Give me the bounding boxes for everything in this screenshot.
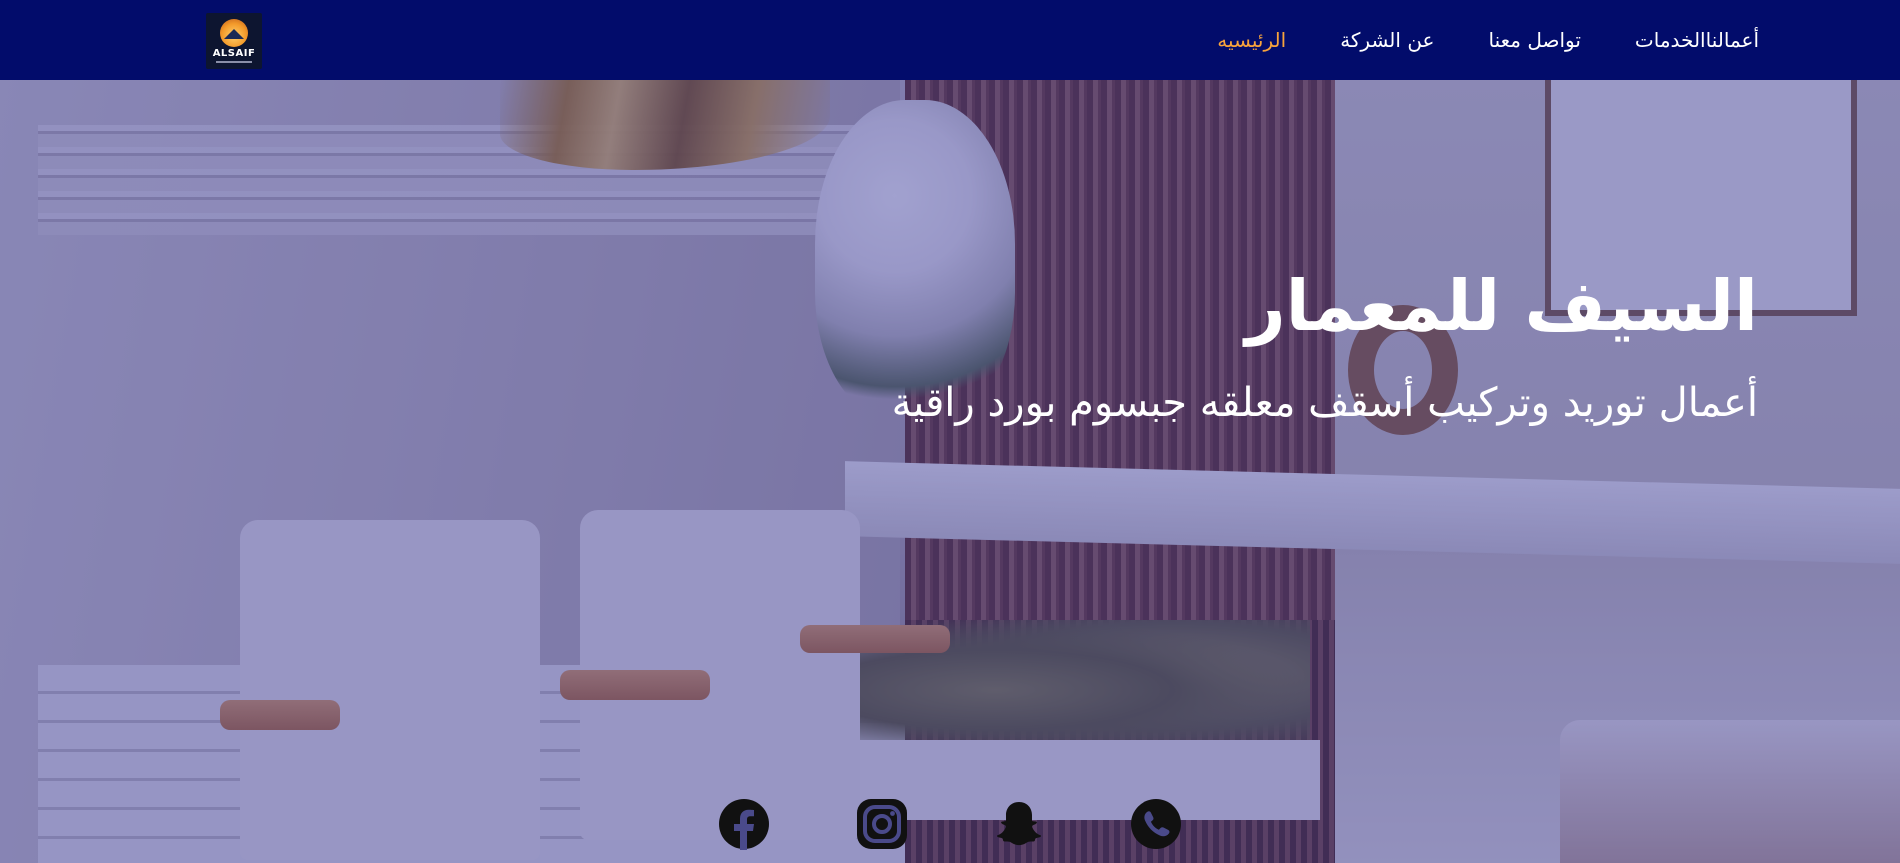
logo-divider [216, 61, 252, 63]
instagram-icon[interactable] [856, 798, 908, 850]
navbar: ALSAIF الرئيسيه عن الشركة تواصل معنا الخ… [0, 0, 1900, 80]
nav-link-home[interactable]: الرئيسيه [1217, 28, 1286, 52]
hero-overlay [0, 80, 1900, 863]
facebook-icon[interactable] [718, 798, 770, 850]
hero-subtitle: أعمال توريد وتركيب أسقف معلقه جبسوم بورد… [891, 380, 1758, 426]
nav-link-works[interactable]: أعمالنا [1706, 28, 1759, 52]
nav-link-about[interactable]: عن الشركة [1340, 28, 1434, 52]
nav-link-contact[interactable]: تواصل معنا [1488, 28, 1580, 52]
page: ALSAIF الرئيسيه عن الشركة تواصل معنا الخ… [0, 0, 1900, 863]
hero-title: السيف للمعمار [1245, 265, 1758, 347]
logo-text: ALSAIF [212, 48, 256, 59]
logo-house-icon [224, 29, 244, 39]
snapchat-icon[interactable] [993, 798, 1045, 850]
nav-links: الرئيسيه عن الشركة تواصل معنا الخدمات أع… [1163, 0, 1759, 80]
whatsapp-icon[interactable] [1130, 798, 1182, 850]
nav-link-services[interactable]: الخدمات [1635, 28, 1706, 52]
hero-section: السيف للمعمار أعمال توريد وتركيب أسقف مع… [0, 80, 1900, 863]
site-logo[interactable]: ALSAIF [206, 13, 262, 69]
social-links [718, 798, 1188, 854]
